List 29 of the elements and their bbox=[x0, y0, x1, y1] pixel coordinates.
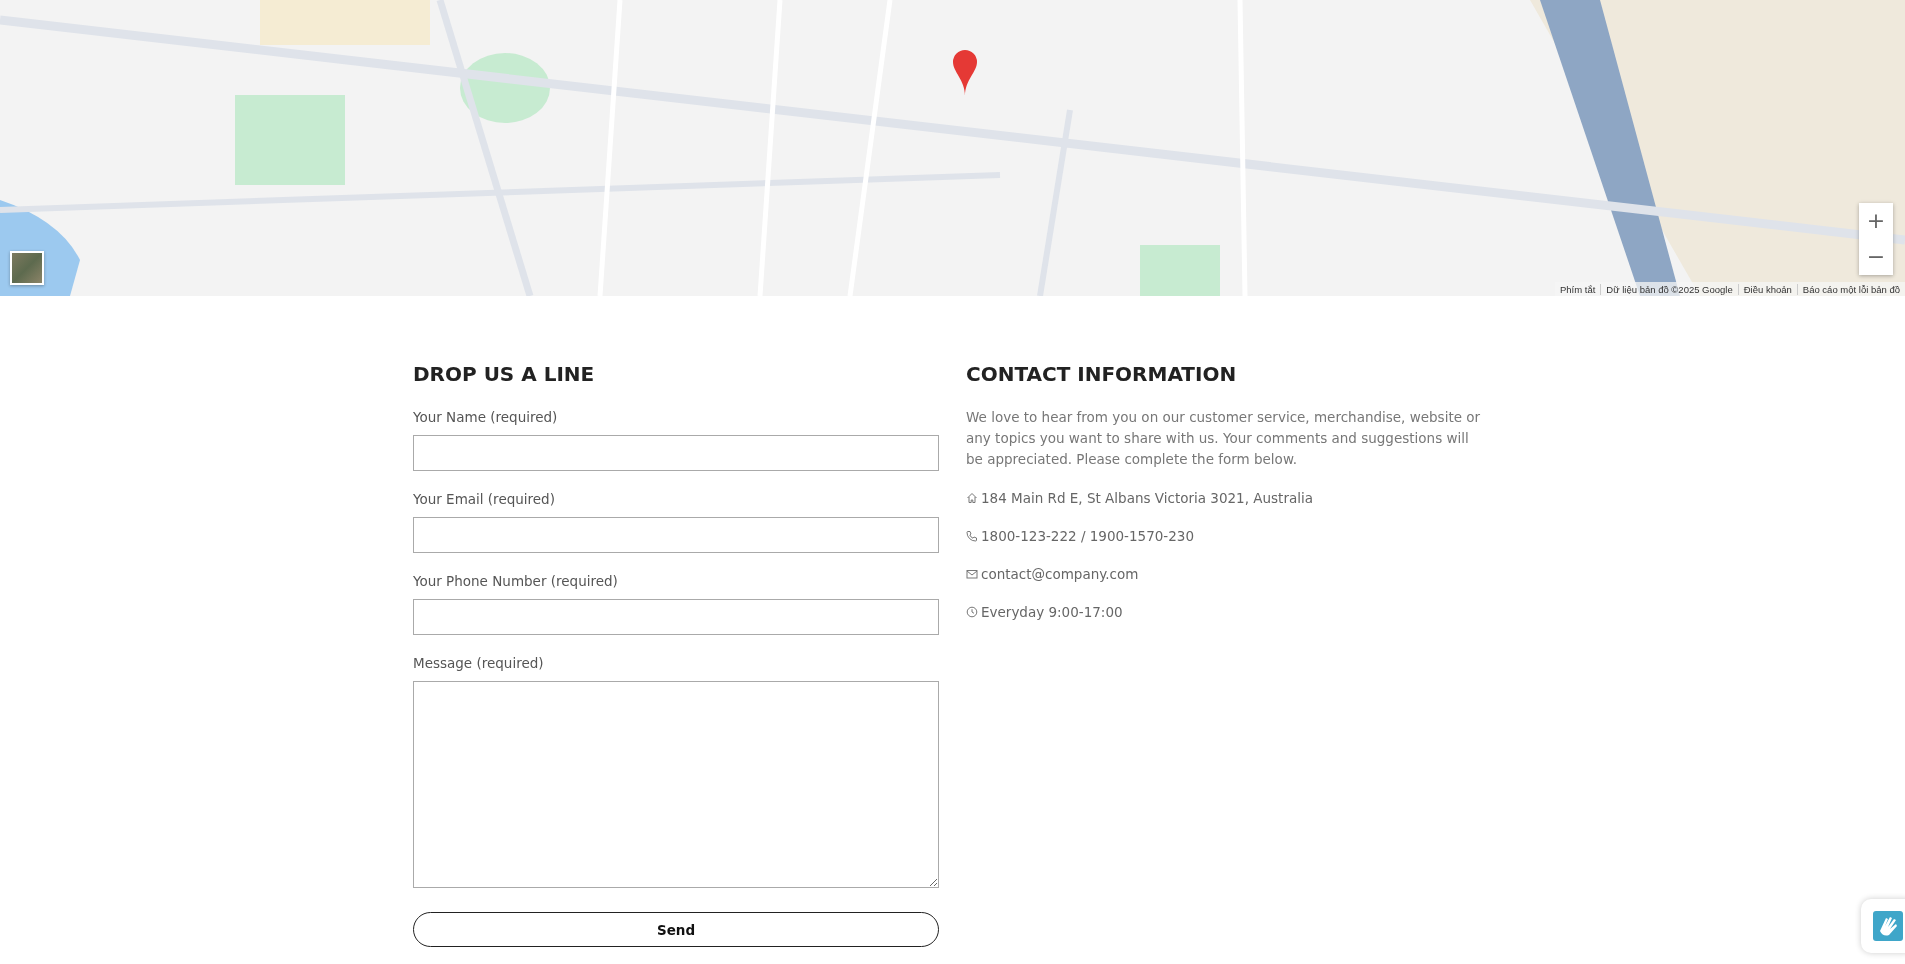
contact-detail: 1800-123-222 / 1900-1570-230 bbox=[981, 528, 1194, 544]
attribution-link[interactable]: Điều khoản bbox=[1737, 283, 1797, 295]
input-field[interactable] bbox=[413, 517, 939, 553]
send-button[interactable]: Send bbox=[413, 912, 939, 947]
home-icon bbox=[966, 492, 978, 504]
hand-icon bbox=[1871, 909, 1905, 943]
input-field[interactable] bbox=[413, 599, 939, 635]
input-field[interactable] bbox=[413, 435, 939, 471]
contact-detail: contact@company.com bbox=[981, 566, 1139, 582]
zoom-in-button[interactable]: + bbox=[1859, 203, 1893, 239]
contact-detail: 184 Main Rd E, St Albans Victoria 3021, Australia bbox=[981, 490, 1313, 506]
field-label: Your Phone Number (required) bbox=[413, 572, 619, 590]
contact-detail: Everyday 9:00-17:00 bbox=[981, 604, 1123, 620]
attribution-link[interactable]: Phím tắt bbox=[1555, 283, 1601, 295]
map-type-button[interactable] bbox=[10, 251, 44, 285]
attribution-link[interactable]: Dữ liệu bản đồ ©2025 Google bbox=[1600, 283, 1738, 295]
field-label: Your Name (required) bbox=[413, 408, 559, 426]
accessibility-widget[interactable] bbox=[1861, 899, 1905, 953]
zoom-out-button[interactable]: − bbox=[1859, 239, 1893, 275]
intro-paragraph: We love to hear from you on our customer service, merchandise, website or any topics you want to share with us. Your comments and suggestions will be appreciated. Please complete the form below. bbox=[966, 408, 1482, 469]
message-field[interactable] bbox=[413, 681, 939, 888]
form-title: DROP US A LINE bbox=[413, 362, 596, 386]
attribution-link[interactable]: Báo cáo một lỗi bản đồ bbox=[1796, 283, 1905, 295]
field-label: Your Email (required) bbox=[413, 490, 556, 508]
mail-icon bbox=[966, 568, 978, 580]
phone-icon bbox=[966, 530, 978, 542]
contact-title: CONTACT INFORMATION bbox=[966, 362, 1238, 386]
field-label: Message (required) bbox=[413, 654, 545, 672]
clock-icon bbox=[966, 606, 978, 618]
